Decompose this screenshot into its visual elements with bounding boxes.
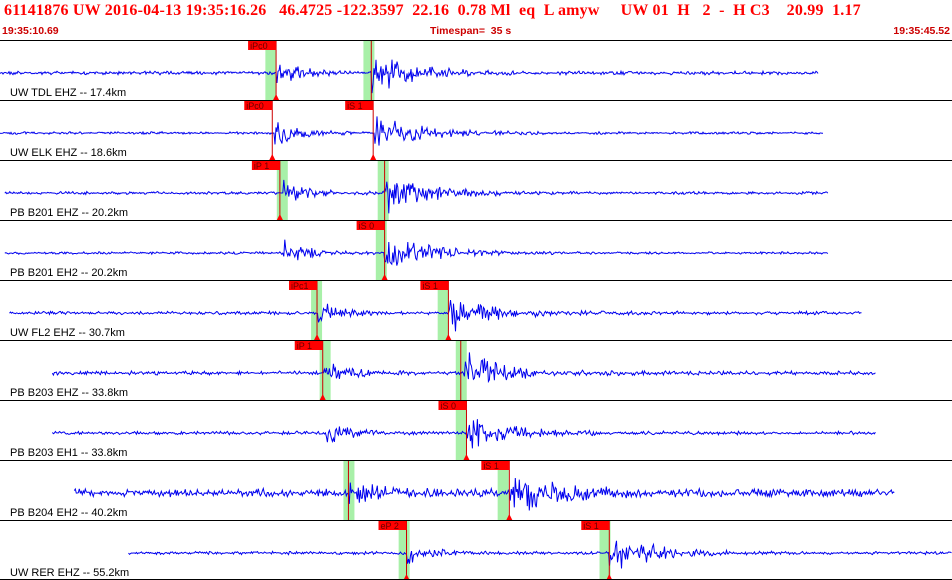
channel-label: UW FL2 EHZ -- 30.7km — [10, 327, 125, 339]
pick-label: iS 1 — [583, 521, 599, 531]
channel-label: PB B201 EHZ -- 20.2km — [10, 207, 128, 219]
channel-panel[interactable]: iPc1 iS 1 UW FL2 EHZ -- 30.7km — [0, 280, 952, 341]
pick-label: iS 0 — [359, 221, 375, 231]
channel-panel[interactable]: iS 0 PB B201 EH2 -- 20.2km — [0, 220, 952, 281]
pick-label: iPc1 — [291, 281, 309, 291]
channel-panel[interactable]: eP 2 iS 1 UW RER EHZ -- 55.2km — [0, 520, 952, 580]
channel-panel[interactable]: iP 1 PB B201 EHZ -- 20.2km — [0, 160, 952, 221]
channel-label: PB B201 EH2 -- 20.2km — [10, 267, 127, 279]
pick-window — [377, 161, 389, 220]
waveform-trace — [73, 477, 895, 511]
channel-panel[interactable]: iS 0 PB B203 EH1 -- 33.8km — [0, 400, 952, 461]
pick-label: iS 1 — [422, 281, 438, 291]
channel-label: UW RER EHZ -- 55.2km — [10, 567, 129, 579]
channel-label: PB B204 EH2 -- 40.2km — [10, 507, 127, 519]
pick-label: iP 1 — [297, 341, 312, 351]
pick-label: eP 2 — [381, 521, 399, 531]
waveform-trace — [4, 239, 829, 266]
channel-label: PB B203 EH1 -- 33.8km — [10, 447, 127, 459]
seismogram-panel[interactable]: iPc0 UW TDL EHZ -- 17.4km iPc0 iS 1 UW ELK E… — [0, 40, 952, 580]
channel-panel[interactable]: iPc0 iS 1 UW ELK EHZ -- 18.6km — [0, 100, 952, 161]
waveform-trace — [9, 299, 862, 332]
pick-marker — [370, 154, 377, 160]
event-summary-line: 61141876 UW 2016-04-13 19:35:16.26 46.47… — [4, 2, 861, 19]
channel-label: UW TDL EHZ -- 17.4km — [10, 87, 126, 99]
timespan-label: Timespan= 35 s — [430, 25, 512, 37]
pick-window — [363, 41, 375, 100]
waveform-trace — [128, 540, 952, 569]
channel-panel[interactable]: iS 1 PB B204 EH2 -- 40.2km — [0, 460, 952, 521]
pick-label: iPc0 — [246, 101, 264, 111]
pick-label: iS 0 — [440, 401, 456, 411]
pick-label: iPc0 — [250, 41, 268, 51]
channel-label: UW ELK EHZ -- 18.6km — [10, 147, 127, 159]
pick-label: iS 1 — [483, 461, 499, 471]
channel-label: PB B203 EHZ -- 33.8km — [10, 387, 128, 399]
event-header: 61141876 UW 2016-04-13 19:35:16.26 46.47… — [0, 0, 952, 40]
pick-marker — [269, 154, 276, 160]
end-time-label: 19:35:45.52 — [893, 25, 950, 37]
waveform-trace — [4, 179, 829, 214]
pick-label: iS 1 — [347, 101, 363, 111]
waveform-trace — [0, 116, 823, 146]
channel-panel[interactable]: iP 1 PB B203 EHZ -- 33.8km — [0, 340, 952, 401]
pick-label: iP 1 — [254, 161, 269, 171]
start-time-label: 19:35:10.69 — [2, 25, 59, 37]
channel-panel[interactable]: iPc0 UW TDL EHZ -- 17.4km — [0, 40, 952, 101]
